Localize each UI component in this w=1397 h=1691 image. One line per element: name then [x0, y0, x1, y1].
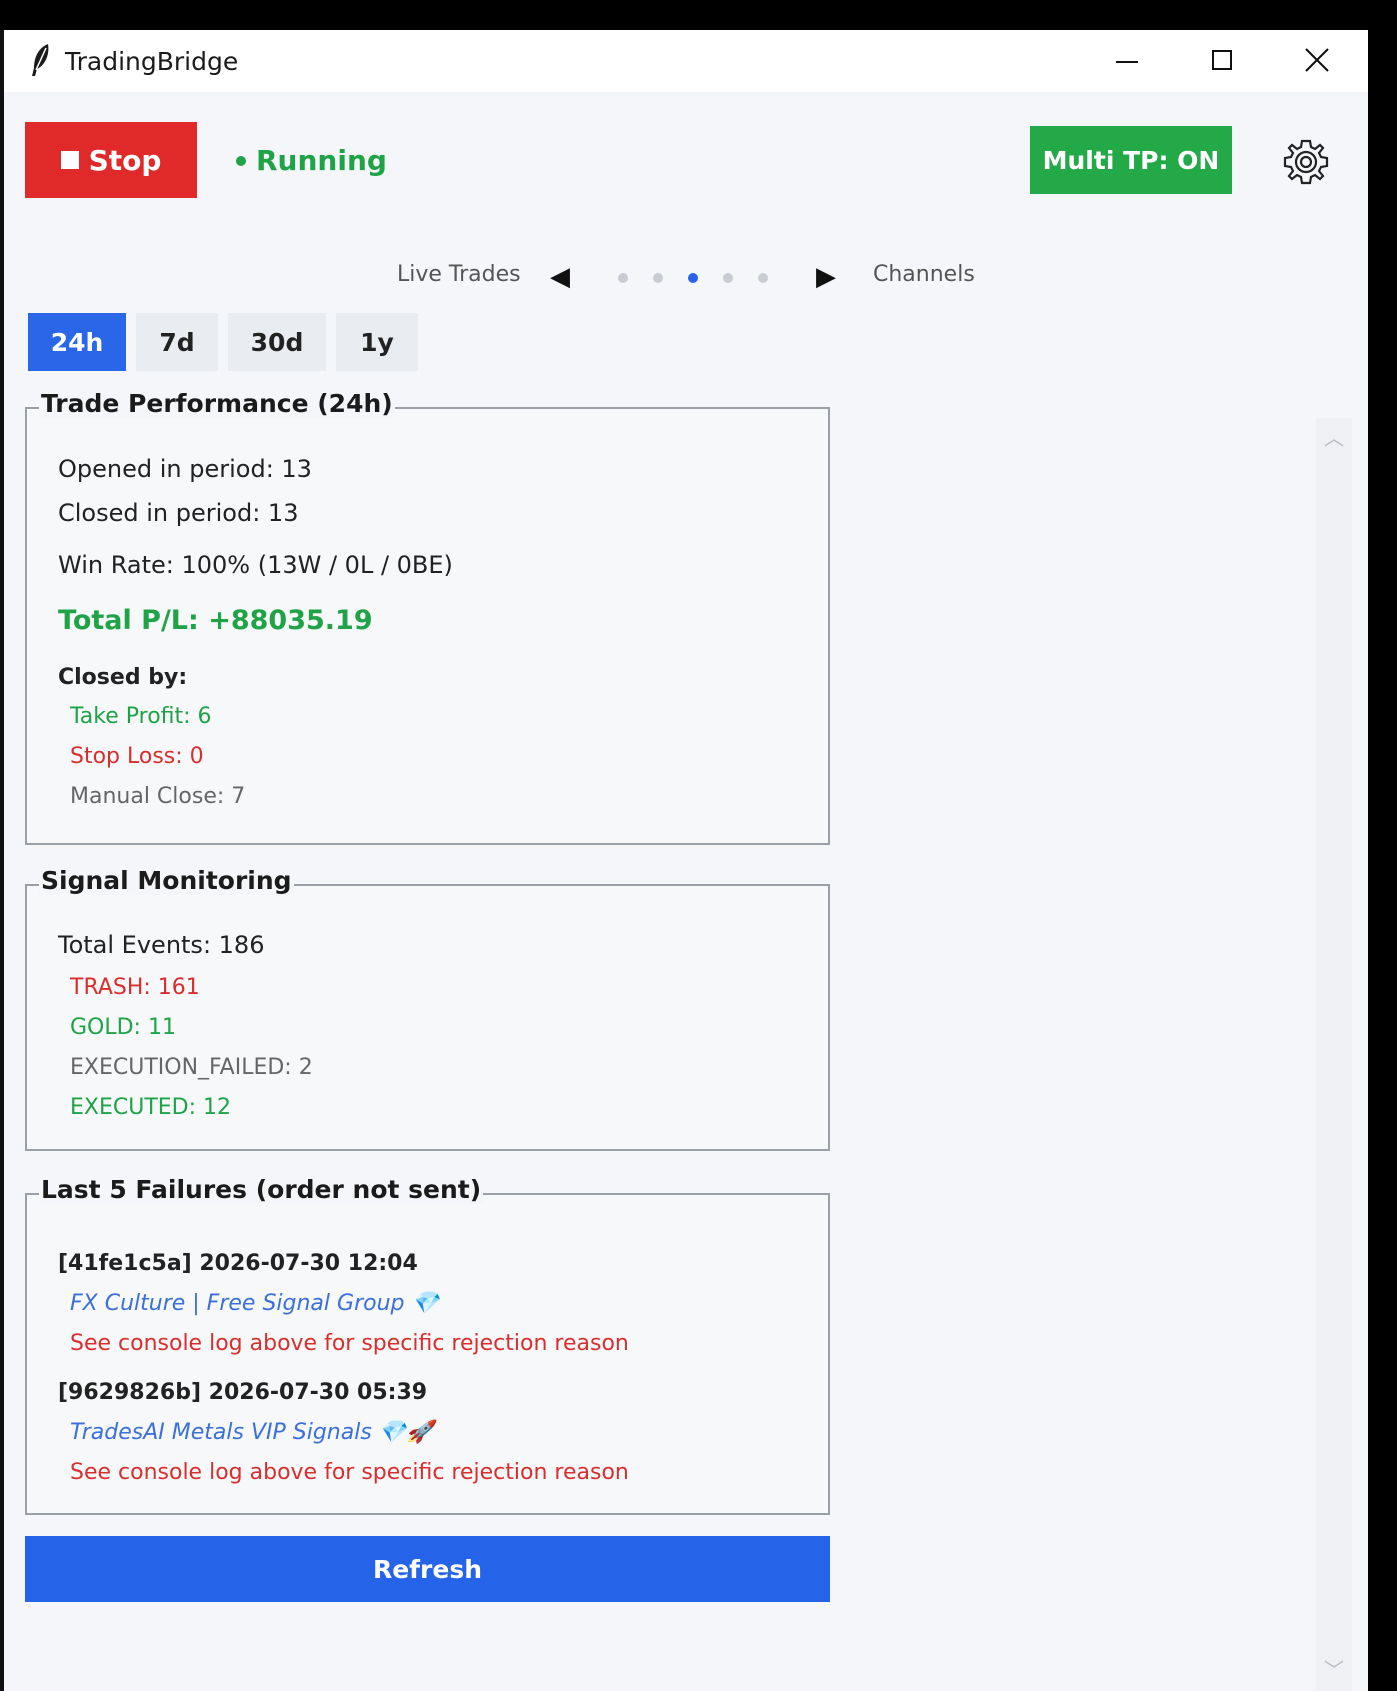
- nav-next-label[interactable]: Channels: [873, 262, 975, 287]
- status-indicator: Running: [236, 144, 387, 177]
- stop-button[interactable]: Stop: [25, 122, 197, 198]
- nav-right-arrow-icon[interactable]: ▶: [816, 262, 836, 292]
- tab-24h[interactable]: 24h: [28, 313, 126, 371]
- page-dot[interactable]: [618, 273, 628, 283]
- win-rate: Win Rate: 100% (13W / 0L / 0BE): [58, 551, 453, 579]
- failure-reason: See console log above for specific rejec…: [70, 1460, 629, 1485]
- trade-performance-title: Trade Performance (24h): [39, 389, 395, 418]
- status-dot-icon: [236, 155, 246, 166]
- closed-by-label: Closed by:: [58, 665, 188, 690]
- signal-monitoring-title: Signal Monitoring: [39, 866, 294, 895]
- minimize-button[interactable]: [1079, 30, 1175, 90]
- multi-tp-toggle-button[interactable]: Multi TP: ON: [1030, 126, 1232, 194]
- page-dot-active[interactable]: [688, 273, 698, 283]
- opened-count: Opened in period: 13: [58, 455, 312, 483]
- nav-left-arrow-icon[interactable]: ◀: [550, 262, 570, 292]
- gear-icon[interactable]: [1281, 137, 1331, 187]
- failure-header: [41fe1c5a] 2026-07-30 12:04: [58, 1251, 418, 1276]
- page-dot[interactable]: [758, 273, 768, 283]
- page-navigator: Live Trades ◀ ▶ Channels: [4, 260, 1368, 300]
- page-dot[interactable]: [653, 273, 663, 283]
- minimize-icon: [1116, 61, 1138, 63]
- failures-panel: Last 5 Failures (order not sent) [41fe1c…: [25, 1175, 830, 1515]
- close-button[interactable]: [1269, 30, 1365, 90]
- failure-reason: See console log above for specific rejec…: [70, 1331, 629, 1356]
- refresh-button[interactable]: Refresh: [25, 1536, 830, 1602]
- closed-count: Closed in period: 13: [58, 499, 299, 527]
- period-tabs: 24h 7d 30d 1y: [28, 313, 418, 371]
- chevron-up-icon[interactable]: ︿: [1324, 422, 1344, 451]
- manual-close-count: Manual Close: 7: [70, 784, 246, 809]
- maximize-button[interactable]: [1174, 30, 1270, 90]
- desktop-background: [1368, 0, 1397, 1691]
- trade-performance-panel: Trade Performance (24h) Opened in period…: [25, 389, 830, 845]
- app-window: TradingBridge Stop Running Multi TP: ON: [4, 30, 1368, 1691]
- execution-failed-count: EXECUTION_FAILED: 2: [70, 1055, 313, 1080]
- title-bar: TradingBridge: [4, 30, 1368, 92]
- total-events: Total Events: 186: [58, 931, 265, 959]
- maximize-icon: [1212, 50, 1232, 70]
- status-label: Running: [256, 144, 387, 177]
- tab-1y[interactable]: 1y: [336, 313, 418, 371]
- chevron-down-icon[interactable]: ﹀: [1324, 1654, 1344, 1683]
- failures-title: Last 5 Failures (order not sent): [39, 1175, 484, 1204]
- signal-monitoring-panel: Signal Monitoring Total Events: 186 TRAS…: [25, 866, 830, 1151]
- gold-count: GOLD: 11: [70, 1015, 176, 1040]
- page-dots: [618, 273, 768, 283]
- close-icon: [1305, 48, 1329, 72]
- executed-count: EXECUTED: 12: [70, 1095, 232, 1120]
- stop-icon: [60, 151, 79, 169]
- tab-7d[interactable]: 7d: [136, 313, 218, 371]
- vertical-scrollbar[interactable]: ︿ ﹀: [1316, 418, 1352, 1691]
- failure-header: [9629826b] 2026-07-30 05:39: [58, 1380, 428, 1405]
- window-title: TradingBridge: [65, 47, 239, 76]
- total-pl: Total P/L: +88035.19: [58, 605, 373, 636]
- trash-count: TRASH: 161: [70, 975, 200, 1000]
- take-profit-count: Take Profit: 6: [70, 704, 212, 729]
- failure-channel[interactable]: FX Culture | Free Signal Group 💎: [70, 1291, 439, 1316]
- stop-button-label: Stop: [88, 143, 162, 177]
- page-dot[interactable]: [723, 273, 733, 283]
- failure-channel[interactable]: TradesAI Metals VIP Signals 💎🚀: [70, 1420, 434, 1445]
- tab-30d[interactable]: 30d: [228, 313, 326, 371]
- feather-icon: [32, 44, 49, 76]
- nav-prev-label[interactable]: Live Trades: [397, 262, 521, 287]
- stop-loss-count: Stop Loss: 0: [70, 744, 204, 769]
